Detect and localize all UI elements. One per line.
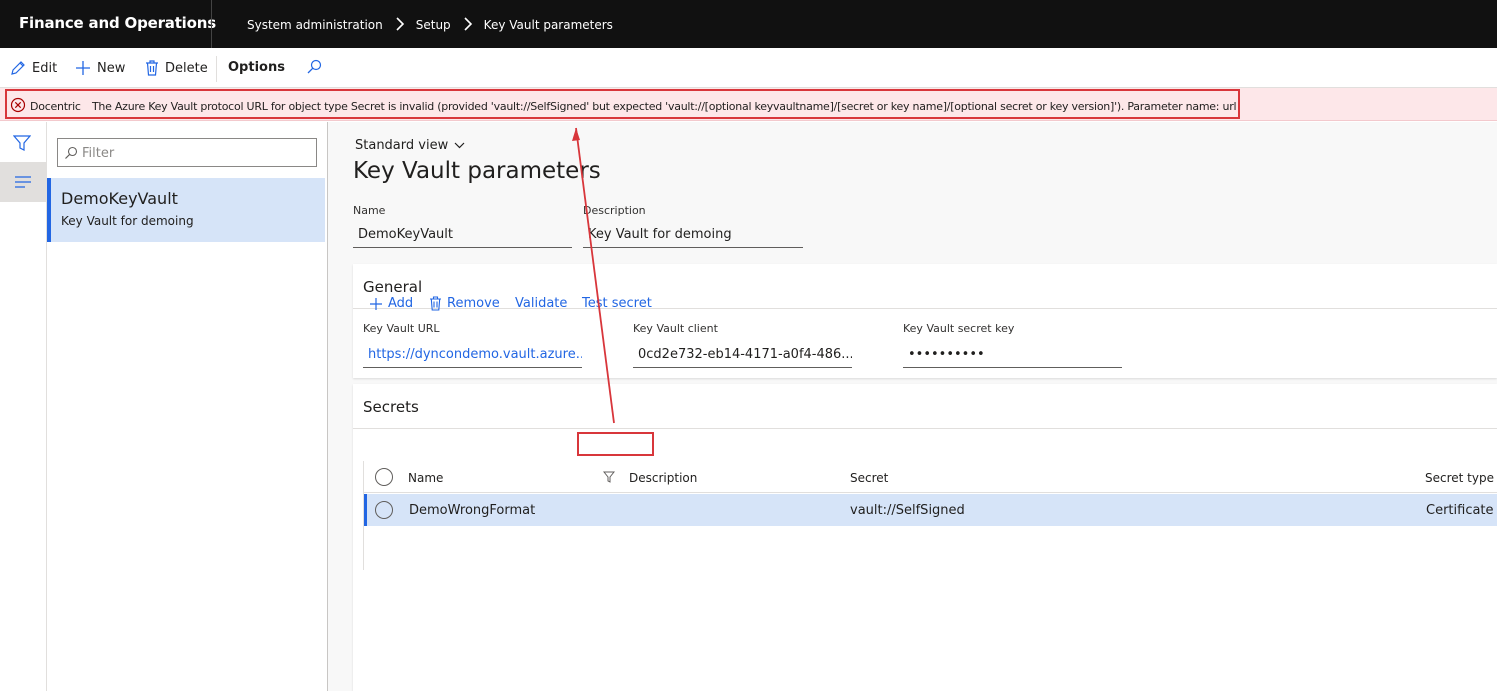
- list-panel: DemoKeyVault Key Vault for demoing: [47, 122, 328, 691]
- list-item-title: DemoKeyVault: [61, 189, 178, 208]
- breadcrumb-item-key-vault-parameters[interactable]: Key Vault parameters: [484, 18, 613, 32]
- trash-icon: [146, 60, 158, 76]
- general-header[interactable]: General: [363, 278, 422, 296]
- column-filter-icon[interactable]: [603, 471, 615, 483]
- search-icon: [307, 59, 322, 74]
- plus-icon: [76, 61, 90, 75]
- list-view-button[interactable]: [0, 162, 46, 202]
- remove-label: Remove: [447, 296, 500, 311]
- cell-secret[interactable]: vault://SelfSigned: [850, 503, 965, 518]
- list-item-subtitle: Key Vault for demoing: [61, 214, 194, 228]
- search-icon: [65, 146, 78, 159]
- row-select-radio[interactable]: [375, 501, 393, 519]
- main-content: Standard view Key Vault parameters Name …: [328, 122, 1497, 691]
- test-secret-highlight-box: [577, 432, 654, 456]
- column-header-description[interactable]: Description: [629, 471, 697, 485]
- trash-icon: [430, 296, 441, 311]
- filter-icon[interactable]: [13, 134, 31, 152]
- secrets-grid: Name Description Secret Secret type Demo…: [363, 461, 1497, 570]
- action-separator: [216, 56, 217, 82]
- action-pane: Edit New Delete Options: [0, 48, 1497, 88]
- pencil-icon: [11, 61, 25, 75]
- divider: [353, 428, 1497, 429]
- table-row[interactable]: DemoWrongFormat vault://SelfSigned Certi…: [364, 494, 1497, 526]
- cell-secret-type[interactable]: Certificate: [1426, 503, 1494, 518]
- add-label: Add: [388, 296, 414, 311]
- chevron-right-icon: [464, 17, 473, 33]
- general-fasttab: General Key Vault URL https://dyncondemo…: [353, 264, 1497, 378]
- delete-label: Delete: [165, 60, 208, 76]
- description-field[interactable]: Key Vault for demoing: [583, 222, 803, 248]
- topbar-divider: [211, 0, 212, 48]
- search-button[interactable]: [306, 59, 328, 75]
- edit-label: Edit: [32, 60, 58, 76]
- error-circle-icon: [10, 97, 26, 113]
- key-vault-secret-key-field[interactable]: ••••••••••: [903, 342, 1122, 368]
- app-title[interactable]: Finance and Operations: [19, 14, 216, 32]
- key-vault-url-field[interactable]: https://dyncondemo.vault.azure...: [363, 342, 582, 368]
- select-all-radio[interactable]: [375, 468, 393, 486]
- page-title: Key Vault parameters: [353, 158, 601, 184]
- breadcrumb-item-system-administration[interactable]: System administration: [247, 18, 383, 32]
- description-label: Description: [583, 204, 646, 217]
- error-message-source: Docentric: [30, 100, 81, 113]
- add-button[interactable]: Add: [369, 296, 413, 311]
- filter-input[interactable]: [82, 143, 312, 163]
- grid-header: Name Description Secret Secret type: [364, 461, 1497, 493]
- validate-button[interactable]: Validate: [515, 296, 567, 311]
- name-field[interactable]: DemoKeyVault: [353, 222, 572, 248]
- delete-button[interactable]: Delete: [145, 60, 208, 76]
- breadcrumb: System administration Setup Key Vault pa…: [247, 17, 613, 33]
- name-label: Name: [353, 204, 386, 217]
- key-vault-url-label: Key Vault URL: [363, 322, 440, 335]
- breadcrumb-item-setup[interactable]: Setup: [416, 18, 451, 32]
- chevron-right-icon: [396, 17, 405, 33]
- test-secret-button[interactable]: Test secret: [582, 296, 652, 311]
- column-header-secret-type[interactable]: Secret type: [1425, 471, 1494, 485]
- chevron-down-icon: [454, 142, 465, 149]
- new-label: New: [97, 60, 126, 76]
- error-message: Docentric The Azure Key Vault protocol U…: [30, 100, 1237, 113]
- list-icon: [15, 176, 31, 188]
- top-nav-bar: Finance and Operations System administra…: [0, 0, 1497, 48]
- new-button[interactable]: New: [75, 60, 125, 76]
- list-item[interactable]: DemoKeyVault Key Vault for demoing: [47, 178, 325, 242]
- remove-button[interactable]: Remove: [429, 296, 500, 311]
- nav-strip: [0, 122, 47, 691]
- key-vault-client-label: Key Vault client: [633, 322, 718, 335]
- key-vault-secret-key-label: Key Vault secret key: [903, 322, 1015, 335]
- view-selector[interactable]: Standard view: [355, 138, 465, 153]
- edit-button[interactable]: Edit: [10, 60, 57, 76]
- plus-icon: [370, 297, 382, 310]
- options-tab[interactable]: Options: [228, 60, 285, 75]
- cell-name[interactable]: DemoWrongFormat: [409, 503, 535, 518]
- column-header-name[interactable]: Name: [408, 471, 443, 485]
- view-selector-label: Standard view: [355, 138, 449, 153]
- secrets-header[interactable]: Secrets: [363, 398, 419, 416]
- key-vault-client-field[interactable]: 0cd2e732-eb14-4171-a0f4-486...: [633, 342, 852, 368]
- column-header-secret[interactable]: Secret: [850, 471, 888, 485]
- error-message-text: The Azure Key Vault protocol URL for obj…: [91, 100, 1237, 113]
- filter-box: [57, 138, 317, 167]
